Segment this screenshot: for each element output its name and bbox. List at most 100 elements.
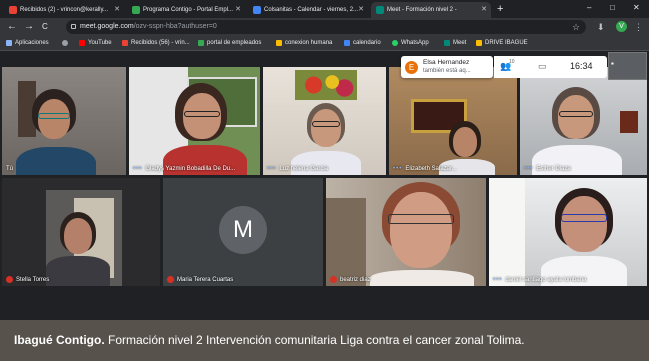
glasses xyxy=(184,111,220,117)
minimize-button[interactable]: – xyxy=(587,2,591,14)
bookmark-label: calendario xyxy=(353,40,381,46)
participant-name: ••• Gladys Yazmin Bobadilla De Du... xyxy=(133,166,235,172)
join-notification[interactable]: E Elsa Hernandez también está aq... xyxy=(401,56,493,78)
bookmark-label: Aplicaciones xyxy=(15,40,49,46)
name-label: Elizabeth Salazar... xyxy=(405,166,457,172)
portal-icon xyxy=(198,40,204,46)
menu-icon[interactable]: ⋮ xyxy=(634,21,643,33)
url-host: meet.google.com xyxy=(80,23,134,30)
participant-tile[interactable]: ••• daniel santiago ayala lombana xyxy=(489,178,647,286)
face xyxy=(64,218,92,254)
caption-body: Formación nivel 2 Intervención comunitar… xyxy=(104,333,525,347)
participant-name: Maria Terera Cuartas xyxy=(167,275,233,283)
tab-label: Recibidos (2) - vrincon@kerally... xyxy=(20,7,109,13)
profile-avatar[interactable]: V xyxy=(616,21,627,32)
back-button[interactable]: ← xyxy=(7,20,17,34)
pin-icon: ▪ xyxy=(611,59,614,68)
bookmark-calendario[interactable]: calendario xyxy=(344,38,381,48)
name-label: Tú xyxy=(6,166,14,172)
window xyxy=(489,178,525,286)
tab-label: Colsanitas - Calendar - viernes, 2... xyxy=(264,7,359,13)
bookmark-label: portal de empleados xyxy=(207,40,262,46)
tab-programa-contigo[interactable]: Programa Contigo - Portal Empl... ✕ xyxy=(127,2,245,18)
bookmark-aplicaciones[interactable]: Aplicaciones xyxy=(6,38,49,48)
maximize-button[interactable]: □ xyxy=(610,2,615,14)
participant-tile[interactable]: ••• Gladys Yazmin Bobadilla De Du... xyxy=(129,67,260,175)
participant-name: ••• Luz helena Garcia xyxy=(267,166,328,172)
participant-name: Tú xyxy=(6,166,13,172)
whatsapp-icon xyxy=(392,40,398,46)
download-icon[interactable]: ⬇ xyxy=(597,21,605,33)
browser-tab-strip: Recibidos (2) - vrincon@kerally... ✕ Pro… xyxy=(0,0,649,18)
participant-avatar: M xyxy=(219,206,267,254)
reload-button[interactable]: C xyxy=(42,20,48,34)
participant-tile[interactable]: ••• Elizabeth Salazar... xyxy=(389,67,517,175)
close-icon[interactable]: ✕ xyxy=(114,2,120,18)
photo-caption: Ibagué Contigo. Formación nivel 2 Interv… xyxy=(14,333,525,347)
flower-painting xyxy=(295,70,357,100)
participant-tile[interactable]: ••• Luz helena Garcia xyxy=(263,67,386,175)
bookmark-whatsapp[interactable]: WhatsApp xyxy=(392,38,429,48)
calendar-icon xyxy=(344,40,350,46)
bookmark-drive[interactable]: DRIVE IBAGUE xyxy=(476,38,528,48)
name-label: beatriz diaz xyxy=(340,277,371,283)
face xyxy=(38,99,70,139)
close-window-button[interactable]: ✕ xyxy=(633,2,640,14)
meet-icon xyxy=(376,6,384,14)
bookmark-conexion[interactable]: conexion humana xyxy=(276,38,332,48)
apps-grid-icon xyxy=(6,40,12,46)
participant-tile[interactable]: Tú xyxy=(2,67,126,175)
self-view-thumbnail[interactable]: ▪ xyxy=(608,52,647,80)
close-icon[interactable]: ✕ xyxy=(358,2,364,18)
notification-text: también está aq... xyxy=(423,68,471,74)
face xyxy=(390,192,452,268)
bookmark-label: Recibidos (56) - vrin... xyxy=(131,40,190,46)
bookmark-gmail[interactable]: Recibidos (56) - vrin... xyxy=(122,38,190,48)
participant-count: 10 xyxy=(509,59,515,65)
participant-tile[interactable]: Stella Torres xyxy=(2,178,160,286)
tab-meet[interactable]: Meet - Formación nivel 2 - ✕ xyxy=(371,2,491,18)
name-label: Gladys Yazmin Bobadilla De Du... xyxy=(145,166,236,172)
tab-gmail[interactable]: Recibidos (2) - vrincon@kerally... ✕ xyxy=(4,2,124,18)
bookmark-portal[interactable]: portal de empleados xyxy=(198,38,261,48)
forward-button[interactable]: → xyxy=(24,20,34,34)
avatar: E xyxy=(405,61,418,74)
meeting-clock: 16:34 xyxy=(570,61,593,71)
mic-off-icon xyxy=(6,275,13,283)
participant-name: ••• Elizabeth Salazar... xyxy=(393,166,457,172)
participant-tile[interactable]: beatriz diaz xyxy=(326,178,486,286)
doorway xyxy=(326,198,366,286)
gmail-icon xyxy=(9,6,17,14)
audio-indicator-icon: ••• xyxy=(267,166,277,172)
audio-indicator-icon: ••• xyxy=(393,166,403,172)
audio-indicator-icon: ••• xyxy=(133,166,143,172)
glasses xyxy=(388,214,454,224)
face xyxy=(561,196,607,252)
close-icon[interactable]: ✕ xyxy=(235,2,241,18)
bookmark-label: DRIVE IBAGUE xyxy=(485,40,528,46)
lock-icon xyxy=(71,24,76,29)
calendar-icon xyxy=(253,6,261,14)
shirt xyxy=(16,147,96,175)
bookmark-youtube[interactable]: YouTube xyxy=(79,38,112,48)
shirt xyxy=(46,256,110,286)
participant-tile[interactable]: ••• Esther Diaza xyxy=(520,67,647,175)
bookmarks-bar: Aplicaciones YouTube Recibidos (56) - vr… xyxy=(0,36,649,51)
tab-calendar[interactable]: Colsanitas - Calendar - viernes, 2... ✕ xyxy=(248,2,368,18)
new-tab-button[interactable]: + xyxy=(497,2,503,16)
photo-caption-bar: Ibagué Contigo. Formación nivel 2 Interv… xyxy=(0,320,649,361)
bookmark-star-icon[interactable]: ☆ xyxy=(572,21,580,33)
name-label: Stella Torres xyxy=(16,277,50,283)
glasses xyxy=(559,111,593,117)
participant-name: ••• Esther Diaza xyxy=(524,166,571,172)
chat-icon[interactable]: ▭ xyxy=(538,60,547,72)
caption-title: Ibagué Contigo. xyxy=(14,333,105,347)
face xyxy=(453,127,477,157)
close-icon[interactable]: ✕ xyxy=(481,2,487,18)
glasses xyxy=(312,121,340,127)
bookmark-meet[interactable]: Meet xyxy=(444,38,466,48)
address-bar[interactable]: meet.google.com/ozv-sspn-hba?authuser=0 xyxy=(66,20,586,34)
tab-label: Programa Contigo - Portal Empl... xyxy=(143,7,234,13)
bookmark-label: Meet xyxy=(453,40,467,46)
meet-top-bar: 👥 10 ▭ 16:34 xyxy=(494,56,607,78)
